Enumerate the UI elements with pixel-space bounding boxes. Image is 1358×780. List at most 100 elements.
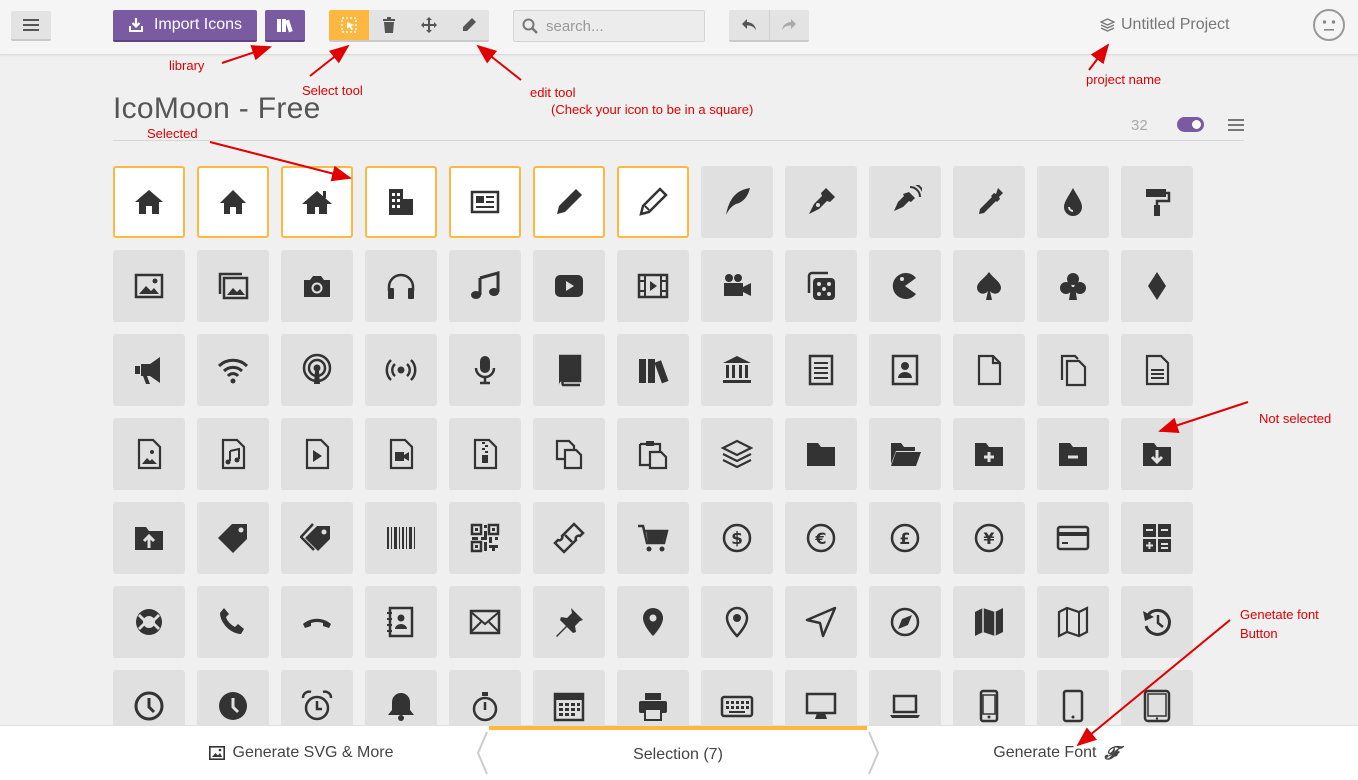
user-avatar[interactable] [1313, 9, 1345, 41]
generate-font-button[interactable]: Generate Font 𝓕 [867, 726, 1244, 780]
icon-cell-home[interactable] [113, 166, 185, 238]
icon-cell-ticket[interactable] [533, 502, 605, 574]
icon-cell-location2[interactable] [701, 586, 773, 658]
selection-tab[interactable]: Selection (7) [489, 726, 867, 780]
icon-cell-folder[interactable] [785, 418, 857, 490]
icon-cell-folder-upload[interactable] [113, 502, 185, 574]
icon-cell-credit-card[interactable] [1037, 502, 1109, 574]
set-toggle[interactable] [1177, 117, 1204, 132]
icon-cell-connection[interactable] [197, 334, 269, 406]
main-menu-button[interactable] [11, 11, 51, 41]
redo-button[interactable] [768, 10, 810, 40]
icon-cell-office[interactable] [365, 166, 437, 238]
icon-cell-history[interactable] [1121, 586, 1193, 658]
icon-cell-pen[interactable] [785, 166, 857, 238]
icon-cell-folder-open[interactable] [869, 418, 941, 490]
icon-cell-file-zip[interactable] [449, 418, 521, 490]
icon-cell-diamonds[interactable] [1121, 250, 1193, 322]
icon-cell-camera[interactable] [281, 250, 353, 322]
icon-cell-library[interactable] [701, 334, 773, 406]
icon-cell-droplet[interactable] [1037, 166, 1109, 238]
delete-tool-button[interactable] [369, 10, 409, 40]
icon-cell-video-camera[interactable] [701, 250, 773, 322]
icon-cell-map2[interactable] [1037, 586, 1109, 658]
icon-cell-headphones[interactable] [365, 250, 437, 322]
move-tool-button[interactable] [409, 10, 449, 40]
select-tool-button[interactable] [329, 10, 369, 40]
project-name[interactable]: Untitled Project [1100, 16, 1230, 34]
icon-cell-cart[interactable] [617, 502, 689, 574]
icon-cell-map[interactable] [953, 586, 1025, 658]
icon-cell-envelop[interactable] [449, 586, 521, 658]
undo-button[interactable] [729, 10, 769, 40]
icon-cell-barcode[interactable] [365, 502, 437, 574]
icon-cell-file-music[interactable] [197, 418, 269, 490]
icon-cell-images[interactable] [197, 250, 269, 322]
icon-cell-qrcode[interactable] [449, 502, 521, 574]
icon-cell-coin-pound[interactable]: £ [869, 502, 941, 574]
icon-cell-podcast[interactable] [281, 334, 353, 406]
icon-cell-paint-format[interactable] [1121, 166, 1193, 238]
icon-cell-phone[interactable] [197, 586, 269, 658]
icon-cell-coin-dollar[interactable]: $ [701, 502, 773, 574]
pacman-icon [892, 273, 916, 299]
icon-cell-compass2[interactable] [869, 586, 941, 658]
icon-cell-address-book[interactable] [365, 586, 437, 658]
edit-tool-button[interactable] [449, 10, 489, 40]
icon-cell-home2[interactable] [197, 166, 269, 238]
icon-cell-spades[interactable] [953, 250, 1025, 322]
icon-cell-compass[interactable] [785, 586, 857, 658]
icon-cell-newspaper[interactable] [449, 166, 521, 238]
icon-cell-music[interactable] [449, 250, 521, 322]
icon-cell-feed[interactable] [365, 334, 437, 406]
icon-cell-pacman[interactable] [869, 250, 941, 322]
icon-cell-pencil2[interactable] [617, 166, 689, 238]
icon-cell-calculator[interactable] [1121, 502, 1193, 574]
icon-cell-price-tags[interactable] [281, 502, 353, 574]
icon-cell-paste[interactable] [617, 418, 689, 490]
icon-cell-phone-hang-up[interactable] [281, 586, 353, 658]
icon-cell-coin-yen[interactable]: ¥ [953, 502, 1025, 574]
icon-cell-file-empty[interactable] [953, 334, 1025, 406]
credit-card-icon [1056, 525, 1090, 551]
icon-cell-home3[interactable] [281, 166, 353, 238]
search-box[interactable] [513, 10, 705, 42]
icon-cell-eyedropper[interactable] [953, 166, 1025, 238]
icon-cell-books[interactable] [617, 334, 689, 406]
icon-cell-clubs[interactable] [1037, 250, 1109, 322]
icon-cell-coin-euro[interactable]: € [785, 502, 857, 574]
set-menu-icon[interactable] [1228, 119, 1244, 131]
icon-cell-file-picture[interactable] [113, 418, 185, 490]
icon-cell-book[interactable] [533, 334, 605, 406]
generate-svg-button[interactable]: Generate SVG & More [113, 726, 489, 780]
icon-cell-lifebuoy[interactable] [113, 586, 185, 658]
icon-cell-bullhorn[interactable] [113, 334, 185, 406]
icon-cell-file-play[interactable] [281, 418, 353, 490]
icon-cell-blog[interactable] [869, 166, 941, 238]
search-input[interactable] [544, 16, 698, 36]
icon-cell-stack[interactable] [701, 418, 773, 490]
icon-cell-file-text[interactable] [785, 334, 857, 406]
icon-cell-image[interactable] [113, 250, 185, 322]
icon-cell-file-text2[interactable] [1121, 334, 1193, 406]
import-icons-button[interactable]: Import Icons [113, 10, 257, 42]
icon-cell-copy[interactable] [533, 418, 605, 490]
icon-cell-quill[interactable] [701, 166, 773, 238]
icon-cell-files-empty[interactable] [1037, 334, 1109, 406]
icon-cell-play[interactable] [533, 250, 605, 322]
pen-icon [809, 188, 835, 214]
icon-cell-folder-download[interactable] [1121, 418, 1193, 490]
icon-cell-folder-minus[interactable] [1037, 418, 1109, 490]
icon-cell-file-video[interactable] [365, 418, 437, 490]
library-button[interactable] [265, 10, 305, 42]
icon-cell-film[interactable] [617, 250, 689, 322]
icon-cell-pencil[interactable] [533, 166, 605, 238]
icon-cell-dice[interactable] [785, 250, 857, 322]
icon-cell-location[interactable] [617, 586, 689, 658]
icon-cell-mic[interactable] [449, 334, 521, 406]
icon-cell-profile[interactable] [869, 334, 941, 406]
icon-set-title[interactable]: IcoMoon - Free [113, 92, 321, 126]
icon-cell-folder-plus[interactable] [953, 418, 1025, 490]
icon-cell-pushpin[interactable] [533, 586, 605, 658]
icon-cell-price-tag[interactable] [197, 502, 269, 574]
